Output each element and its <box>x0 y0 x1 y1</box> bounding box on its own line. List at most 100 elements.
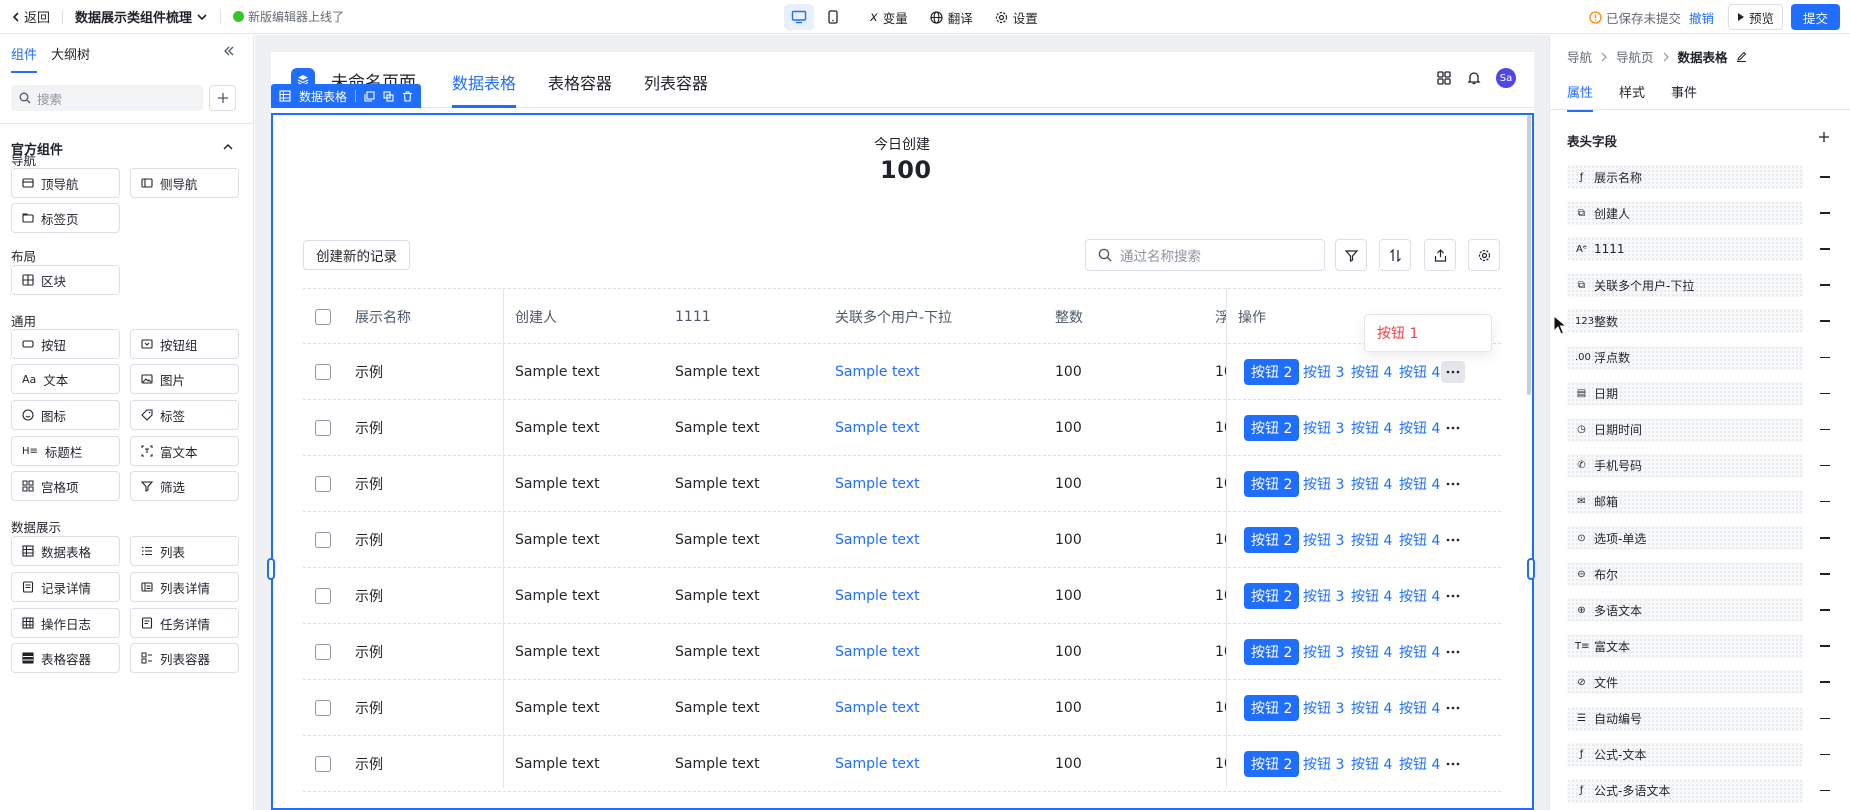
table-cell[interactable]: Sample text <box>835 512 1035 568</box>
component-record-detail[interactable]: 记录详情 <box>11 572 120 602</box>
table-cell[interactable]: Sample text <box>835 400 1035 456</box>
action-button-primary[interactable]: 按钮 2 <box>1244 344 1300 400</box>
component-side-nav[interactable]: 侧导航 <box>130 168 239 198</box>
table-cell[interactable]: Sample text <box>835 456 1035 512</box>
remove-field-icon[interactable] <box>1820 248 1830 250</box>
edit-icon[interactable] <box>1736 51 1747 62</box>
apps-grid-icon[interactable] <box>1436 70 1452 86</box>
remove-field-icon[interactable] <box>1820 753 1830 756</box>
tab-data-table[interactable]: 数据表格 <box>452 70 516 94</box>
tab-styles[interactable]: 样式 <box>1619 82 1645 101</box>
breadcrumb-item[interactable]: 导航页 <box>1616 47 1654 66</box>
row-checkbox[interactable] <box>315 344 335 400</box>
duplicate-icon[interactable] <box>383 90 394 102</box>
action-button[interactable]: 按钮 4 <box>1399 568 1440 624</box>
action-button-primary[interactable]: 按钮 2 <box>1244 680 1300 736</box>
action-button[interactable]: 按钮 4 <box>1351 400 1392 456</box>
more-actions-button[interactable] <box>1441 680 1465 736</box>
avatar[interactable]: Sa <box>1496 68 1516 88</box>
row-checkbox[interactable] <box>315 680 335 736</box>
header-field-item[interactable]: 123 整数 <box>1567 309 1803 334</box>
action-button[interactable]: 按钮 4 <box>1399 680 1440 736</box>
action-button[interactable]: 按钮 4 <box>1351 512 1392 568</box>
component-text[interactable]: Aa 文本 <box>11 364 120 394</box>
remove-field-icon[interactable] <box>1820 356 1830 358</box>
popover-action-button[interactable]: 按钮 1 <box>1377 323 1418 343</box>
table-cell[interactable]: Sample text <box>835 736 1035 792</box>
header-field-item[interactable]: T≡ 富文本 <box>1567 634 1803 659</box>
header-field-item[interactable]: ◷ 日期时间 <box>1567 417 1803 442</box>
add-field-icon[interactable] <box>1818 131 1830 143</box>
column-header[interactable]: 关联多个用户-下拉 <box>835 289 1035 345</box>
mobile-view-button[interactable] <box>818 4 848 30</box>
action-button[interactable]: 按钮 3 <box>1303 624 1344 680</box>
component-button[interactable]: 按钮 <box>11 329 120 359</box>
remove-field-icon[interactable] <box>1820 500 1830 503</box>
row-checkbox[interactable] <box>315 624 335 680</box>
action-button[interactable]: 按钮 4 <box>1399 400 1440 456</box>
action-button[interactable]: 按钮 3 <box>1303 456 1344 512</box>
column-header[interactable]: 创建人 <box>515 289 655 345</box>
component-table-container[interactable]: 表格容器 <box>11 643 120 673</box>
remove-field-icon[interactable] <box>1820 176 1830 178</box>
resize-handle-right[interactable] <box>1527 558 1535 580</box>
component-button-group[interactable]: 按钮组 <box>130 329 239 359</box>
sort-button[interactable] <box>1379 239 1411 271</box>
more-actions-button[interactable] <box>1441 624 1465 680</box>
component-top-nav[interactable]: 顶导航 <box>11 168 120 198</box>
row-checkbox[interactable] <box>315 736 335 792</box>
remove-field-icon[interactable] <box>1820 392 1830 395</box>
action-button[interactable]: 按钮 4 <box>1399 344 1440 400</box>
column-header[interactable]: 展示名称 <box>355 289 495 345</box>
action-button[interactable]: 按钮 4 <box>1399 512 1440 568</box>
header-field-item[interactable]: ⧉ 关联多个用户-下拉 <box>1567 273 1803 298</box>
remove-field-icon[interactable] <box>1820 645 1830 647</box>
header-field-item[interactable]: ƒ 展示名称 <box>1567 165 1803 189</box>
component-tag[interactable]: 标签 <box>130 400 239 430</box>
table-search-input[interactable]: 通过名称搜索 <box>1085 239 1325 271</box>
remove-field-icon[interactable] <box>1820 284 1830 286</box>
export-button[interactable] <box>1424 239 1456 271</box>
table-row[interactable]: 示例 Sample text Sample text Sample text 100 10… <box>303 400 1501 456</box>
copy-icon[interactable] <box>364 90 375 102</box>
action-button-primary[interactable]: 按钮 2 <box>1244 624 1300 680</box>
tab-table-container[interactable]: 表格容器 <box>548 70 612 94</box>
canvas-scrollbar[interactable] <box>1527 115 1531 395</box>
more-actions-button[interactable] <box>1441 736 1465 792</box>
action-button[interactable]: 按钮 3 <box>1303 344 1344 400</box>
table-cell[interactable]: Sample text <box>835 344 1035 400</box>
tab-events[interactable]: 事件 <box>1671 82 1697 101</box>
component-icon[interactable]: 图标 <box>11 400 120 430</box>
action-button[interactable]: 按钮 3 <box>1303 736 1344 792</box>
component-block[interactable]: 区块 <box>11 265 120 295</box>
action-button[interactable]: 按钮 4 <box>1399 624 1440 680</box>
add-component-button[interactable] <box>209 85 236 111</box>
action-button[interactable]: 按钮 4 <box>1351 680 1392 736</box>
table-row[interactable]: 示例 Sample text Sample text Sample text 100 10… <box>303 456 1501 512</box>
preview-button[interactable]: 预览 <box>1727 4 1783 30</box>
tab-list-container[interactable]: 列表容器 <box>644 70 708 94</box>
component-title-bar[interactable]: H≡ 标题栏 <box>11 436 120 466</box>
action-button[interactable]: 按钮 3 <box>1303 512 1344 568</box>
action-button[interactable]: 按钮 4 <box>1351 568 1392 624</box>
table-cell[interactable]: Sample text <box>835 624 1035 680</box>
resize-handle-left[interactable] <box>267 558 275 580</box>
table-row[interactable]: 示例 Sample text Sample text Sample text 100 10… <box>303 512 1501 568</box>
settings-button[interactable]: 设置 <box>995 8 1038 27</box>
tab-outline[interactable]: 大纲树 <box>51 44 90 63</box>
more-actions-button[interactable] <box>1441 568 1465 624</box>
create-record-button[interactable]: 创建新的记录 <box>303 240 410 270</box>
row-checkbox[interactable] <box>315 400 335 456</box>
breadcrumb-item[interactable]: 导航 <box>1567 47 1592 66</box>
table-row[interactable]: 示例 Sample text Sample text Sample text 100 10… <box>303 568 1501 624</box>
action-button[interactable]: 按钮 4 <box>1399 456 1440 512</box>
action-button[interactable]: 按钮 3 <box>1303 400 1344 456</box>
component-filter[interactable]: 筛选 <box>130 471 239 501</box>
app-title-dropdown[interactable]: 数据展示类组件梳理 <box>75 7 208 26</box>
bell-icon[interactable] <box>1466 70 1482 86</box>
remove-field-icon[interactable] <box>1820 464 1830 467</box>
action-button-primary[interactable]: 按钮 2 <box>1244 736 1300 792</box>
header-field-item[interactable]: ☰ 自动编号 <box>1567 706 1803 731</box>
component-image[interactable]: 图片 <box>130 364 239 394</box>
table-row[interactable]: 示例 Sample text Sample text Sample text 100 10… <box>303 344 1501 400</box>
